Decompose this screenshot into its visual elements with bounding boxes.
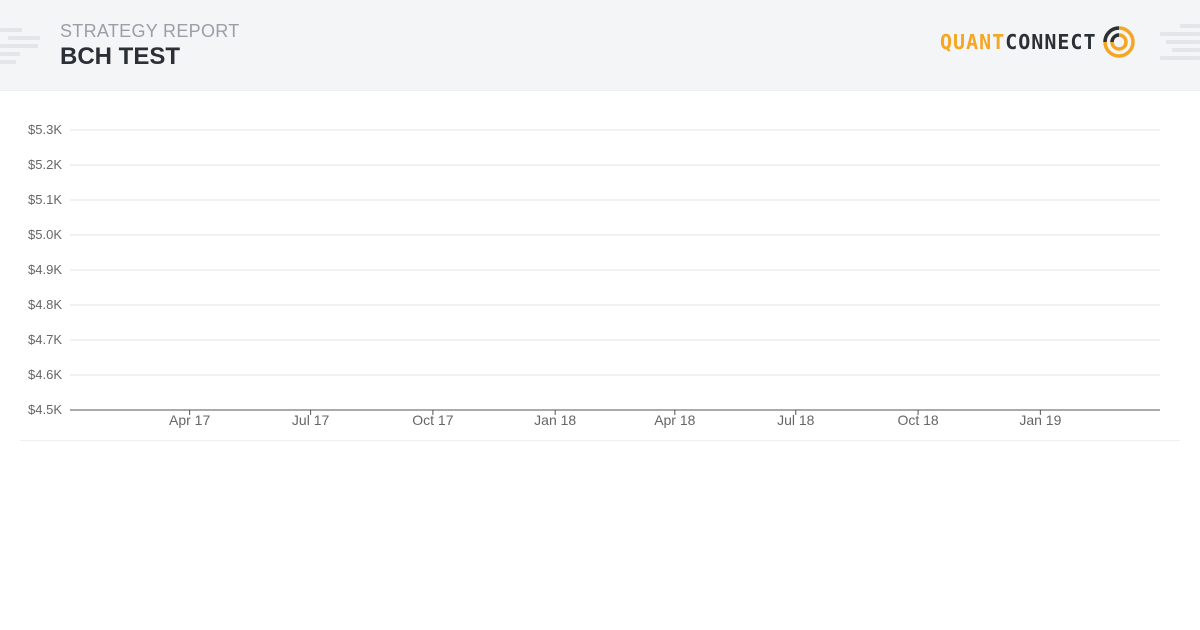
report-subtitle: STRATEGY REPORT (60, 21, 240, 41)
y-tick-label: $4.5K (28, 402, 62, 417)
report-titles: STRATEGY REPORT BCH TEST (60, 20, 240, 71)
y-tick-label: $4.7K (28, 332, 62, 347)
y-tick-label: $5.3K (28, 122, 62, 137)
x-tick-label: Oct 18 (897, 412, 938, 428)
equity-chart: $5.3K $5.2K $5.1K $5.0K $4.9K $4.8K $4.7K $4.6K… (0, 90, 1200, 450)
y-tick-label: $5.0K (28, 227, 62, 242)
equity-chart-svg: $5.3K $5.2K $5.1K $5.0K $4.9K $4.8K $4.7K $4.6K… (28, 122, 1160, 428)
y-tick-label: $4.9K (28, 262, 62, 277)
x-tick-label: Jan 18 (534, 412, 576, 428)
chart-divider (20, 440, 1180, 441)
logo-text-connect: CONNECT (1005, 30, 1097, 54)
x-tick-label: Jul 18 (777, 412, 815, 428)
quantconnect-logo: QUANT CONNECT (940, 24, 1137, 60)
x-tick-label: Apr 18 (654, 412, 695, 428)
logo-text-quant: QUANT (940, 30, 1006, 54)
x-tick-label: Oct 17 (412, 412, 453, 428)
header-decoration-right (1160, 24, 1200, 64)
x-tick-label: Jan 19 (1019, 412, 1061, 428)
header-decoration-left (0, 28, 40, 64)
quantconnect-logo-icon (1102, 26, 1135, 58)
y-tick-label: $4.8K (28, 297, 62, 312)
y-tick-label: $5.2K (28, 157, 62, 172)
y-tick-label: $4.6K (28, 367, 62, 382)
x-tick-label: Apr 17 (169, 412, 210, 428)
report-title: BCH TEST (60, 43, 180, 70)
x-tick-label: Jul 17 (292, 412, 330, 428)
y-tick-label: $5.1K (28, 192, 62, 207)
report-header: STRATEGY REPORT BCH TEST QUANT CONNECT (0, 0, 1200, 91)
